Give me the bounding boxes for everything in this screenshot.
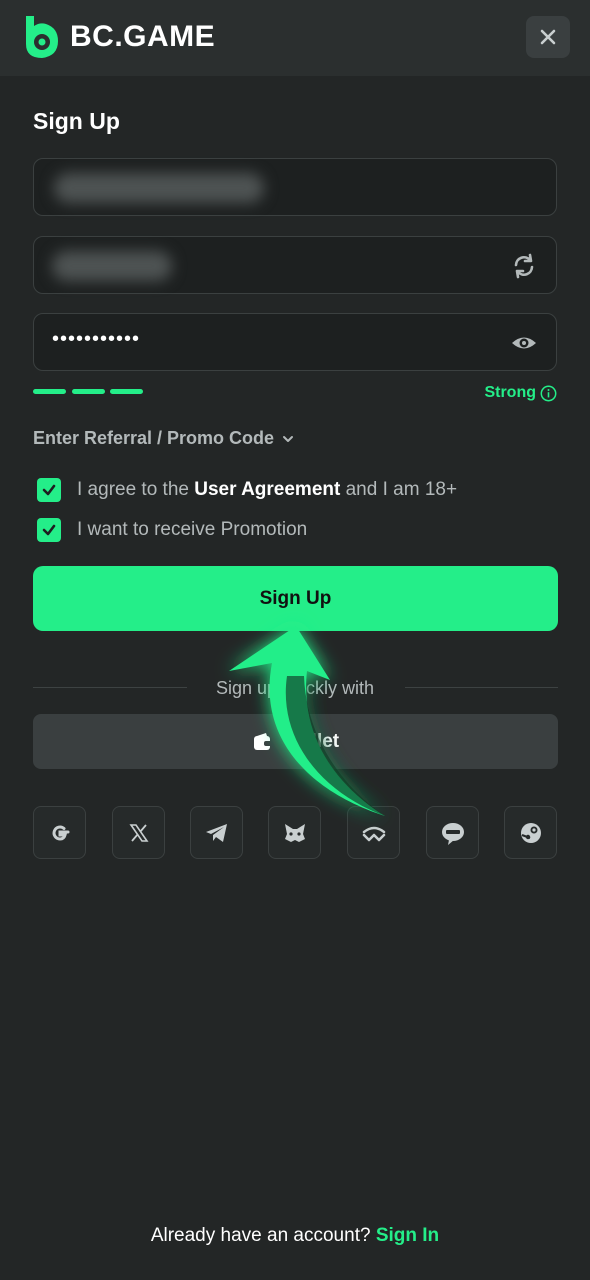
checkmark-icon xyxy=(42,484,56,496)
redacted-email xyxy=(54,173,264,203)
promotion-checkbox[interactable] xyxy=(37,518,61,542)
metamask-icon xyxy=(284,823,305,842)
steam-login-button[interactable] xyxy=(504,806,557,859)
close-button[interactable] xyxy=(526,16,570,58)
telegram-login-button[interactable] xyxy=(190,806,243,859)
line-icon xyxy=(441,822,464,845)
page-title: Sign Up xyxy=(33,108,120,134)
strength-text: Strong xyxy=(484,384,536,401)
divider-text: Sign up quickly with xyxy=(215,678,375,698)
user-agreement-link[interactable]: User Agreement xyxy=(194,479,340,500)
google-login-button[interactable] xyxy=(33,806,86,859)
redacted-username xyxy=(52,251,172,281)
walletconnect-icon xyxy=(362,826,385,841)
strength-segment-2 xyxy=(72,389,105,394)
google-icon xyxy=(52,825,69,841)
agreement-checkbox[interactable] xyxy=(37,478,61,502)
top-bar: BC.GAME xyxy=(0,0,590,76)
steam-icon xyxy=(520,822,541,843)
wallet-icon xyxy=(253,732,272,750)
x-login-button[interactable] xyxy=(112,806,165,859)
sign-in-prompt: Already have an account? Sign In xyxy=(0,1225,590,1247)
telegram-icon xyxy=(205,823,227,842)
chevron-down-icon xyxy=(283,435,294,442)
sign-up-button[interactable]: Sign Up xyxy=(33,566,558,631)
promotion-row[interactable]: I want to receive Promotion xyxy=(37,518,307,542)
referral-label: Enter Referral / Promo Code xyxy=(33,428,275,448)
agreement-text: I agree to the User Agreement and I am 1… xyxy=(77,479,458,500)
password-field[interactable]: ••••••••••• xyxy=(33,313,557,371)
referral-toggle[interactable]: Enter Referral / Promo Code xyxy=(33,428,294,449)
wallet-button[interactable]: Wallet xyxy=(33,714,558,769)
close-icon xyxy=(540,29,556,45)
strength-segment-1 xyxy=(33,389,66,394)
sign-in-link[interactable]: Sign In xyxy=(376,1225,439,1246)
bc-game-logo-icon xyxy=(26,16,58,58)
footer-prompt: Already have an account? xyxy=(150,1225,376,1246)
brand-logo[interactable]: BC.GAME xyxy=(22,14,215,60)
line-login-button[interactable] xyxy=(426,806,479,859)
strength-segment-3 xyxy=(110,389,143,394)
promotion-text: I want to receive Promotion xyxy=(77,519,308,540)
info-icon[interactable] xyxy=(540,385,557,402)
password-strength: Strong xyxy=(484,384,557,402)
email-field[interactable] xyxy=(33,158,557,216)
checkmark-icon xyxy=(42,524,56,536)
refresh-icon[interactable] xyxy=(510,252,538,280)
brand-name: BC.GAME xyxy=(70,20,216,53)
password-value: ••••••••••• xyxy=(52,328,141,350)
eye-icon[interactable] xyxy=(510,329,538,357)
agreement-row[interactable]: I agree to the User Agreement and I am 1… xyxy=(37,478,457,502)
walletconnect-login-button[interactable] xyxy=(347,806,400,859)
x-icon xyxy=(128,823,149,842)
wallet-label: Wallet xyxy=(283,730,340,752)
username-field[interactable] xyxy=(33,236,557,294)
metamask-login-button[interactable] xyxy=(268,806,321,859)
